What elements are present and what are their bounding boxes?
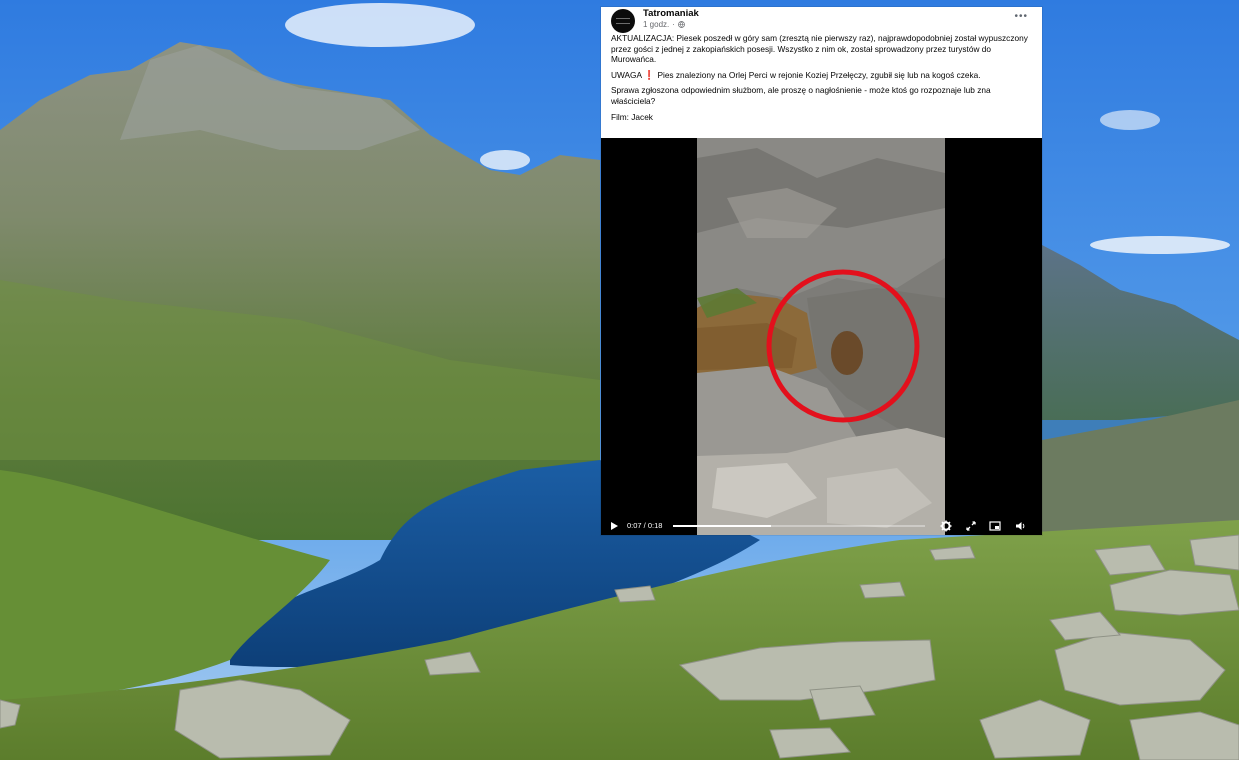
post-body: AKTUALIZACJA: Piesek poszedł w góry sam … xyxy=(611,33,1031,127)
social-post-card: Tatromaniak 1 godz. · ••• AKTUALIZACJA: … xyxy=(601,7,1042,535)
post-header: Tatromaniak 1 godz. · ••• xyxy=(601,7,1042,35)
pip-icon[interactable] xyxy=(989,520,1001,532)
page-avatar[interactable] xyxy=(611,9,635,33)
dog-figure xyxy=(831,331,863,375)
more-options-icon[interactable]: ••• xyxy=(1014,11,1028,22)
video-player[interactable]: 0:07 / 0:18 xyxy=(601,138,1042,535)
globe-icon xyxy=(678,21,685,28)
meta-separator: · xyxy=(672,20,675,29)
video-controls: 0:07 / 0:18 xyxy=(601,517,1042,535)
warning-text: Pies znaleziony na Orlej Perci w rejonie… xyxy=(657,69,981,80)
page-logo-mark xyxy=(616,18,630,24)
play-icon[interactable] xyxy=(611,522,618,530)
post-meta: 1 godz. · xyxy=(643,20,685,29)
video-time: 0:07 / 0:18 xyxy=(627,521,663,530)
fullscreen-icon[interactable] xyxy=(965,520,977,532)
warning-paragraph: UWAGA ❗ Pies znaleziony na Orlej Perci w… xyxy=(611,70,1031,81)
video-credit: Film: Jacek xyxy=(611,111,653,122)
page-name-link[interactable]: Tatromaniak xyxy=(643,8,699,19)
update-paragraph: AKTUALIZACJA: Piesek poszedł w góry sam … xyxy=(611,33,1028,65)
video-frame-image xyxy=(697,138,945,535)
video-frame[interactable] xyxy=(697,138,945,535)
settings-icon[interactable] xyxy=(940,520,952,532)
exclamation-icon: ❗ xyxy=(643,69,656,80)
warning-label: UWAGA xyxy=(611,69,642,80)
request-paragraph: Sprawa zgłoszona odpowiednim służbom, al… xyxy=(611,85,991,106)
progress-bar[interactable] xyxy=(673,525,925,527)
post-timestamp[interactable]: 1 godz. xyxy=(643,20,669,29)
volume-icon[interactable] xyxy=(1015,520,1027,532)
progress-fill xyxy=(673,525,772,527)
